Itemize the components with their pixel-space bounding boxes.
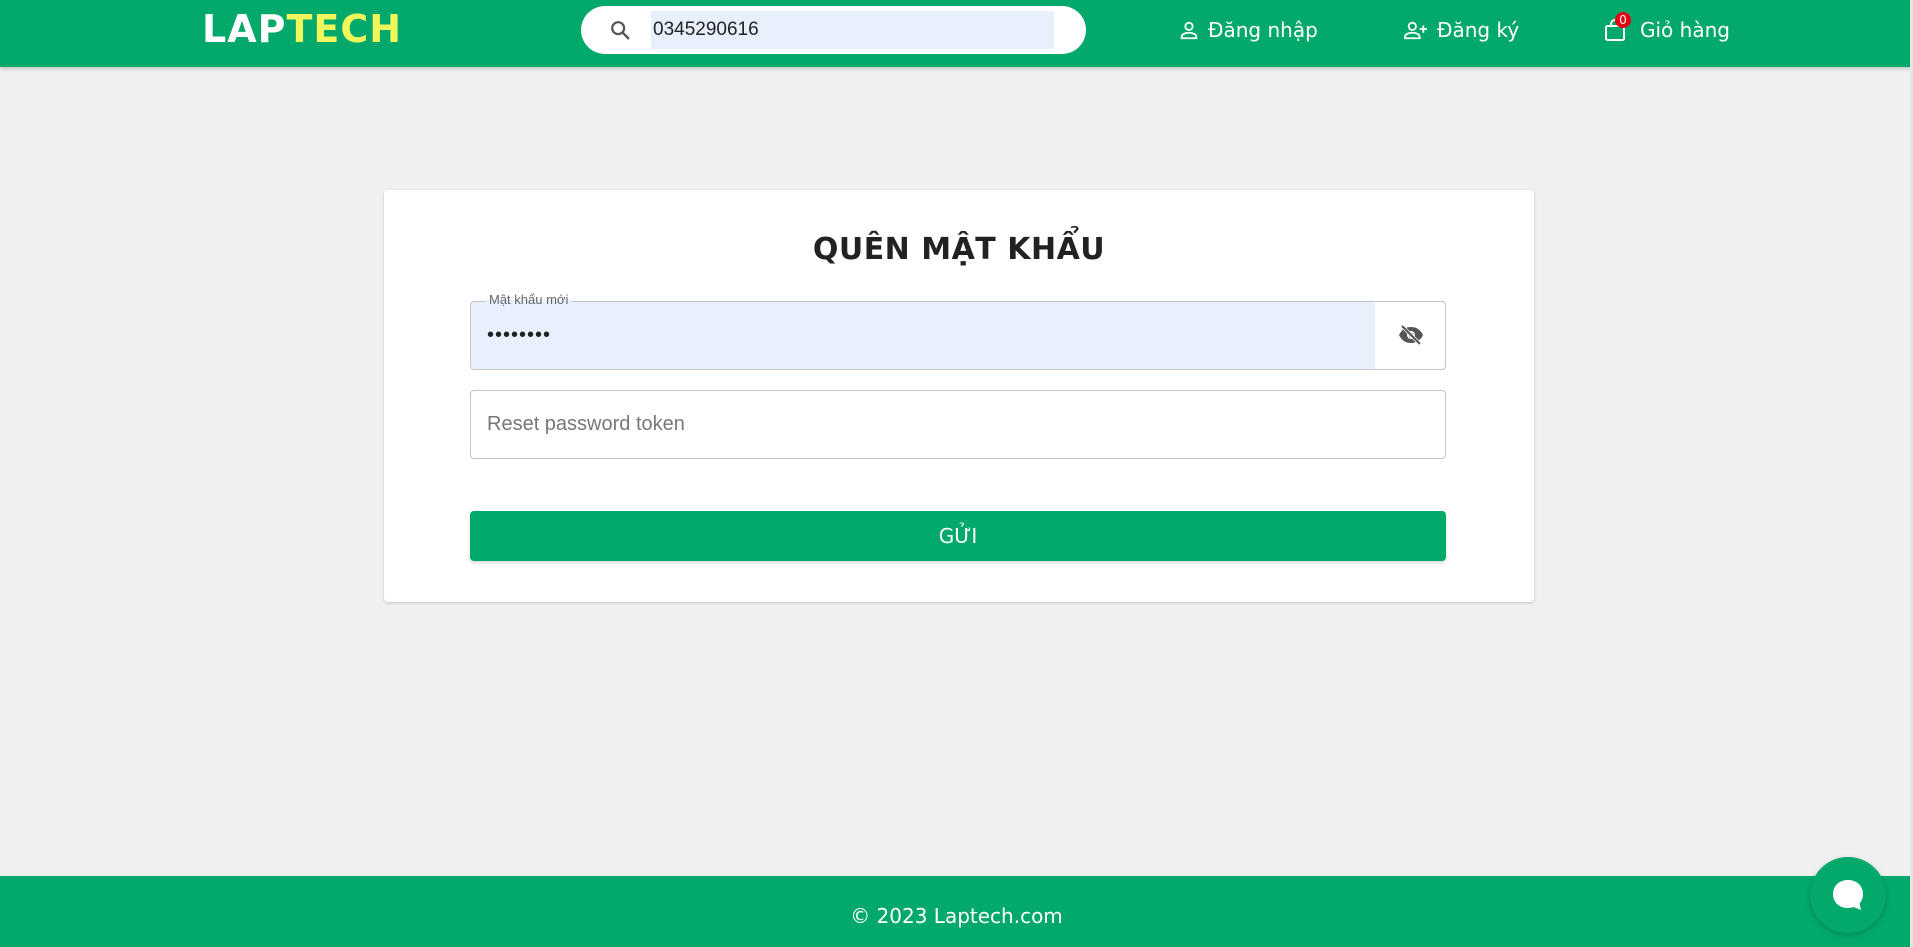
search-icon[interactable] — [609, 19, 631, 41]
toggle-password-visibility[interactable] — [1375, 302, 1445, 369]
login-label: Đăng nhập — [1208, 18, 1318, 42]
search-input[interactable] — [651, 11, 1054, 49]
logo-part-lap: LAP — [202, 7, 287, 51]
reset-token-input[interactable] — [487, 391, 1367, 458]
new-password-field: Mật khẩu mới — [470, 292, 1446, 370]
header: LAPTECH Đăng nhập Đăng ký 0 Giỏ hàng — [0, 0, 1913, 67]
footer-copyright: © 2023 Laptech.com — [850, 904, 1063, 928]
logo[interactable]: LAPTECH — [202, 10, 402, 48]
footer: © 2023 Laptech.com — [0, 876, 1913, 947]
register-link[interactable]: Đăng ký — [1403, 14, 1519, 46]
reset-token-field — [470, 390, 1446, 459]
page-title: QUÊN MẬT KHẨU — [812, 232, 1106, 267]
login-link[interactable]: Đăng nhập — [1178, 14, 1318, 46]
user-icon — [1180, 21, 1198, 40]
register-label: Đăng ký — [1437, 18, 1520, 42]
submit-button[interactable]: GỬI — [470, 511, 1446, 561]
user-add-icon — [1404, 21, 1427, 40]
eye-off-icon — [1399, 324, 1423, 346]
page: LAPTECH Đăng nhập Đăng ký 0 Giỏ hàng QUÊ… — [0, 0, 1913, 947]
chat-button[interactable] — [1810, 857, 1886, 933]
logo-part-tech: TECH — [286, 7, 403, 51]
new-password-input[interactable] — [487, 302, 1367, 369]
cart-icon-wrap: 0 — [1604, 12, 1634, 42]
cart-label: Giỏ hàng — [1640, 18, 1730, 42]
chat-bubble-icon — [1833, 880, 1863, 910]
cart-link[interactable]: 0 Giỏ hàng — [1604, 12, 1730, 46]
cart-count-badge: 0 — [1615, 12, 1631, 28]
search-bar — [581, 6, 1086, 54]
forgot-password-card: QUÊN MẬT KHẨU Mật khẩu mới GỬI — [384, 190, 1534, 602]
